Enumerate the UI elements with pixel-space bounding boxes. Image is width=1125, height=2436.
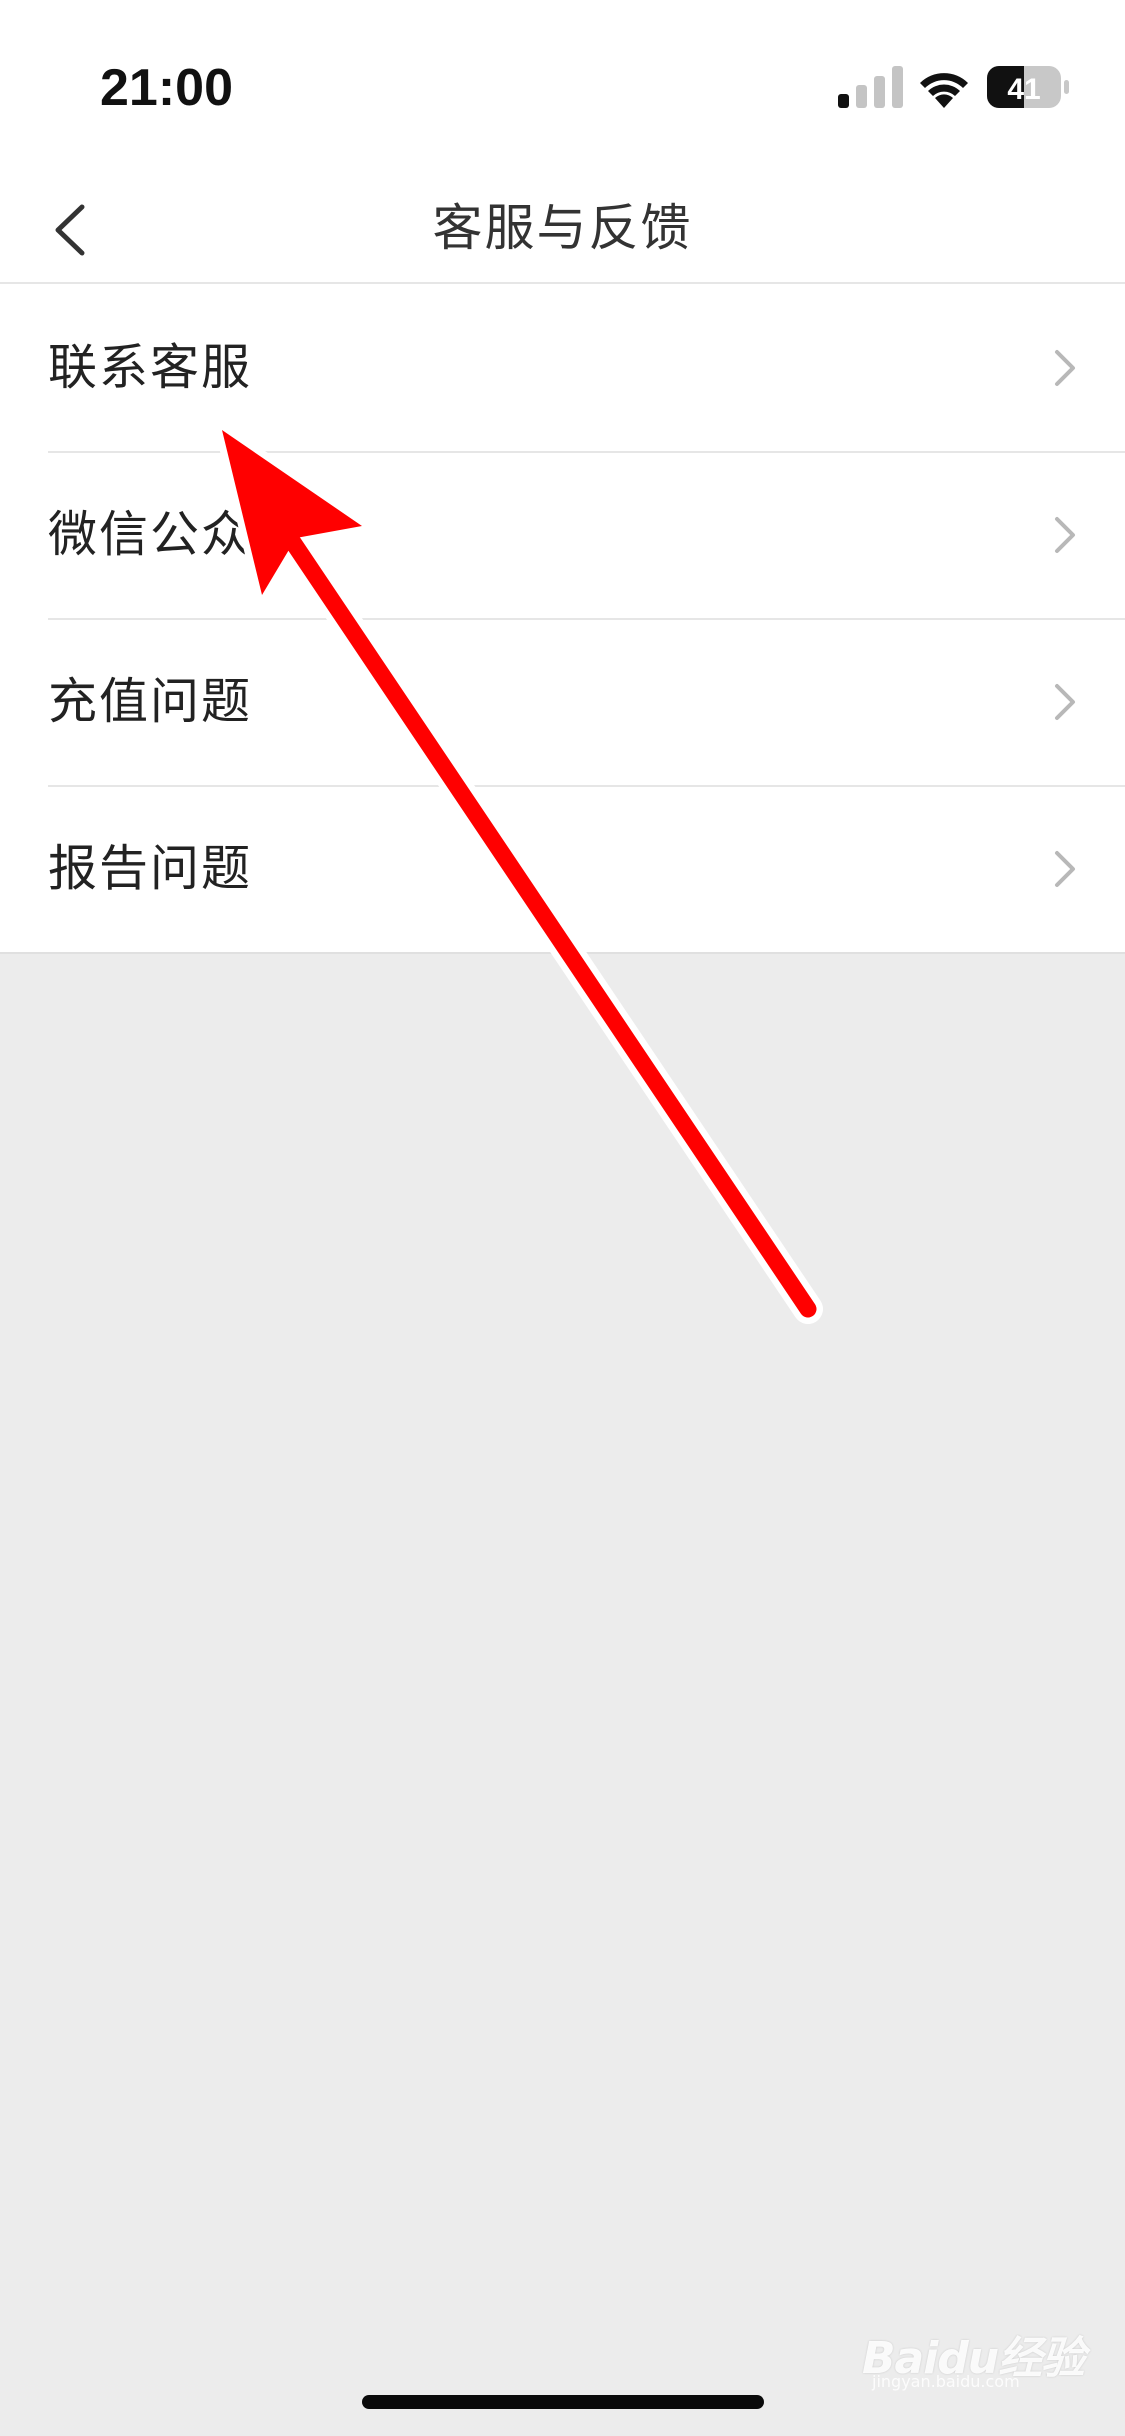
menu-item-label: 联系客服 (48, 339, 253, 396)
chevron-right-icon (1055, 684, 1075, 720)
watermark-subtext: jingyan.baidu.com (872, 2372, 1020, 2391)
menu-item-label: 充值问题 (48, 673, 253, 730)
chevron-right-icon (1055, 517, 1075, 553)
status-time: 21:00 (100, 59, 233, 117)
watermark: Baidu经验 jingyan.baidu.com (862, 2312, 1085, 2392)
chevron-right-icon (1055, 851, 1075, 887)
menu-item-label: 报告问题 (48, 840, 253, 897)
menu-list: 联系客服 微信公众 充值问题 报告问题 (0, 284, 1125, 954)
page-title: 客服与反馈 (432, 199, 693, 257)
battery-level: 41 (1007, 73, 1040, 106)
menu-item-label: 微信公众 (48, 506, 253, 563)
status-bar: 21:00 41 (0, 0, 1125, 175)
home-indicator[interactable] (362, 2395, 764, 2409)
menu-item-contact-support[interactable]: 联系客服 (0, 284, 1125, 451)
battery-icon: 41 (987, 66, 1069, 108)
wifi-icon (920, 73, 968, 108)
menu-item-wechat-official[interactable]: 微信公众 (0, 451, 1125, 618)
navigation-bar: 客服与反馈 (0, 175, 1125, 284)
menu-item-recharge-issues[interactable]: 充值问题 (0, 618, 1125, 785)
cellular-signal-icon (838, 66, 903, 108)
chevron-right-icon (1055, 350, 1075, 386)
menu-item-report-issue[interactable]: 报告问题 (0, 785, 1125, 952)
